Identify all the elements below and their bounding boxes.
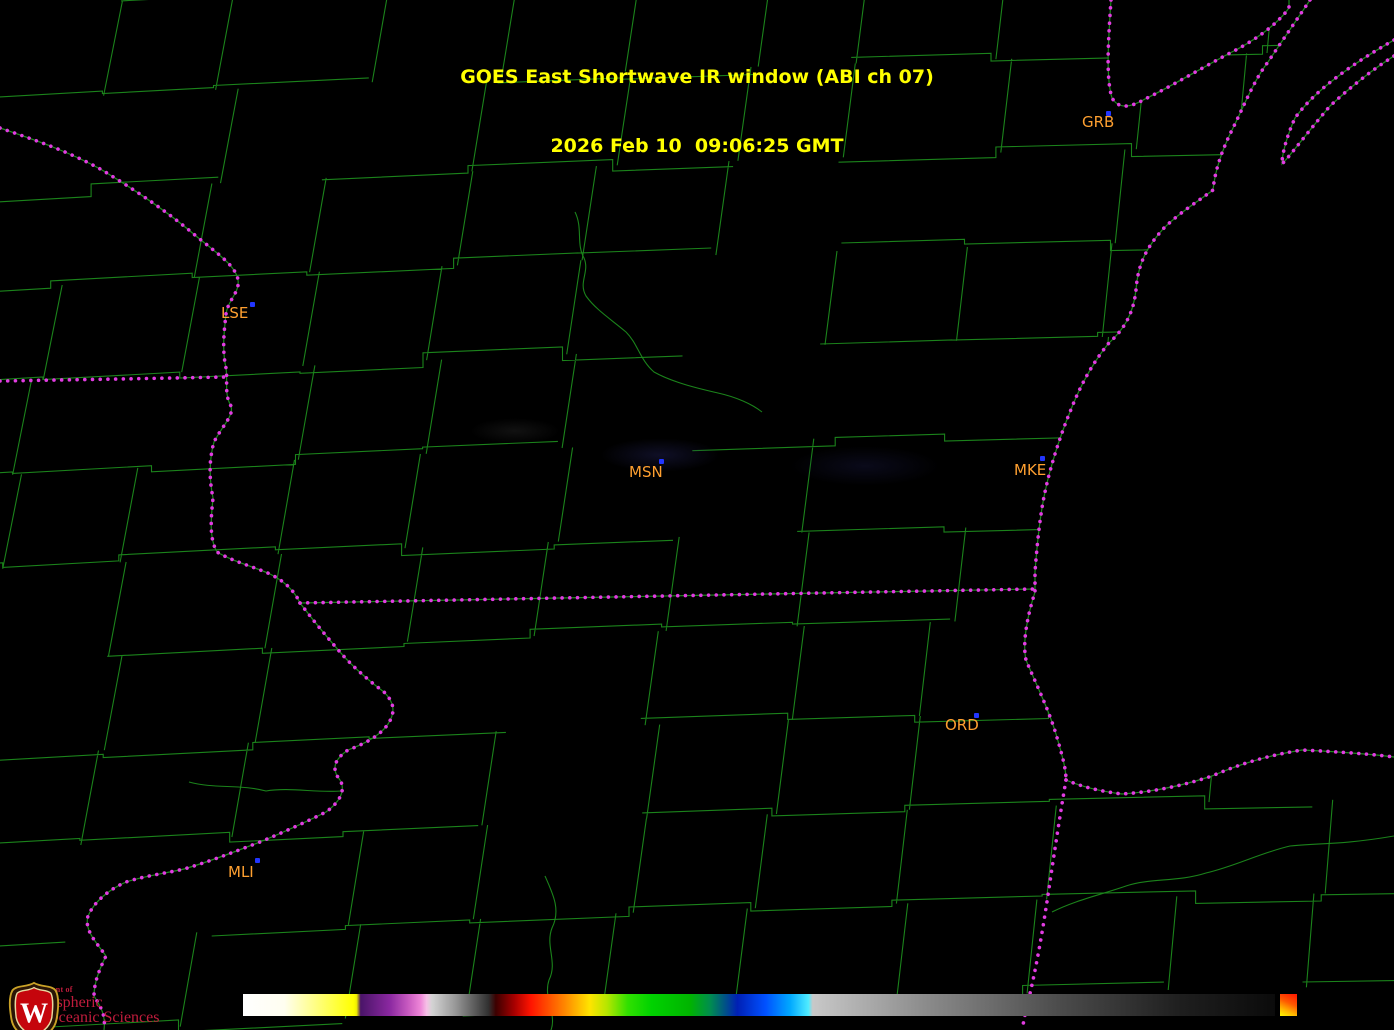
station-dot — [659, 459, 664, 464]
station-dot — [250, 302, 255, 307]
station-dot — [1106, 111, 1111, 116]
title-line-2: 2026 Feb 10 09:06:25 GMT — [0, 135, 1394, 158]
station-mke: MKE — [1014, 463, 1046, 478]
temperature-colorbar-endcap — [1280, 994, 1297, 1016]
crest-monogram: W — [20, 998, 48, 1029]
station-label: LSE — [221, 304, 248, 322]
station-lse: LSE — [221, 306, 248, 321]
station-label: ORD — [945, 716, 979, 734]
station-ord: ORD — [945, 718, 979, 733]
temperature-colorbar — [243, 994, 1275, 1016]
image-title: GOES East Shortwave IR window (ABI ch 07… — [0, 20, 1394, 204]
satellite-image-viewport: GOES East Shortwave IR window (ABI ch 07… — [0, 0, 1394, 1030]
station-mli: MLI — [228, 865, 254, 880]
station-dot — [974, 713, 979, 718]
station-dot — [255, 858, 260, 863]
station-msn: MSN — [629, 465, 663, 480]
station-dot — [1040, 456, 1045, 461]
uw-aos-logo: W Department of Atmospheric and Oceanic … — [6, 981, 159, 1025]
title-line-1: GOES East Shortwave IR window (ABI ch 07… — [0, 66, 1394, 89]
station-label: MSN — [629, 463, 663, 481]
station-label: MKE — [1014, 461, 1046, 479]
station-label: MLI — [228, 863, 254, 881]
uw-crest-icon: W — [6, 981, 62, 1030]
station-grb: GRB — [1082, 115, 1114, 130]
